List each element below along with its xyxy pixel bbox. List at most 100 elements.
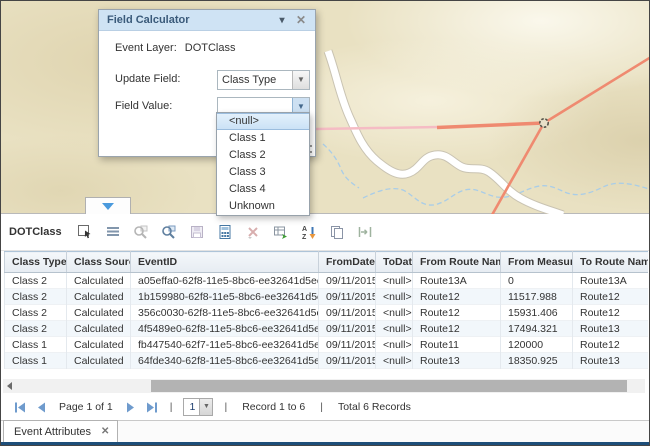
tab-label: Event Attributes — [14, 426, 91, 438]
scrollbar-thumb[interactable] — [151, 380, 627, 392]
table-cell: Class 2 — [5, 273, 67, 289]
table-cell: Calculated — [67, 321, 131, 337]
show-records-icon[interactable] — [102, 220, 125, 244]
page-indicator: Page 1 of 1 — [59, 401, 113, 413]
chevron-down-icon — [102, 203, 114, 210]
close-icon[interactable]: ✕ — [294, 10, 308, 31]
previous-page-button[interactable] — [36, 402, 46, 413]
last-page-button[interactable] — [146, 402, 158, 413]
table-cell: Route12 — [413, 305, 501, 321]
table-cell: Calculated — [67, 305, 131, 321]
column-header[interactable]: Class Type — [5, 252, 67, 273]
table-row[interactable]: Class 2Calculated356c0030-62f8-11e5-8bc6… — [5, 305, 649, 321]
update-field-combobox[interactable]: Class Type ▼ — [217, 70, 310, 90]
chevron-down-icon[interactable]: ▼ — [199, 399, 212, 415]
column-header[interactable]: FromDate — [319, 252, 376, 273]
save-icon[interactable] — [186, 220, 209, 244]
update-field-label: Update Field: — [115, 73, 180, 85]
table-row[interactable]: Class 2Calculated1b159980-62f8-11e5-8bc6… — [5, 289, 649, 305]
dropdown-option[interactable]: Unknown — [217, 198, 309, 215]
copy-records-icon[interactable] — [326, 220, 349, 244]
table-cell: 09/11/2015 — [319, 289, 376, 305]
table-cell: Route12 — [573, 337, 649, 353]
dropdown-option[interactable]: <null> — [217, 113, 309, 130]
minimize-icon[interactable]: ▾ — [275, 10, 289, 31]
table-cell: Route13A — [413, 273, 501, 289]
table-cell: <null> — [376, 305, 413, 321]
table-cell: 17494.321 — [501, 321, 573, 337]
delete-selected-icon[interactable] — [242, 220, 265, 244]
event-layer-row: Event Layer:DOTClass — [115, 42, 236, 54]
table-body: Class 2Calculateda05effa0-62f8-11e5-8bc6… — [5, 273, 649, 369]
table-cell: Class 2 — [5, 321, 67, 337]
table-cell: Calculated — [67, 289, 131, 305]
route-segment-ne[interactable] — [544, 57, 649, 123]
table-cell: Route12 — [573, 305, 649, 321]
route-segment-highlight[interactable] — [437, 123, 544, 128]
table-row[interactable]: Class 2Calculated4f5489e0-62f8-11e5-8bc6… — [5, 321, 649, 337]
table-row[interactable]: Class 1Calculated64fde340-62f8-11e5-8bc6… — [5, 353, 649, 369]
pagination-bar: Page 1 of 1 | 1 ▼ | Record 1 to 6 | Tota… — [1, 394, 649, 420]
table-cell: Route12 — [413, 289, 501, 305]
horizontal-scrollbar[interactable] — [3, 379, 645, 393]
select-features-icon[interactable] — [74, 220, 97, 244]
table-cell: <null> — [376, 273, 413, 289]
next-page-button[interactable] — [126, 402, 136, 413]
resize-columns-icon[interactable] — [354, 220, 377, 244]
table-row[interactable]: Class 2Calculateda05effa0-62f8-11e5-8bc6… — [5, 273, 649, 289]
table-cell: Class 2 — [5, 289, 67, 305]
field-calculator-icon[interactable] — [214, 220, 237, 244]
column-header[interactable]: ToDate — [376, 252, 413, 273]
bottom-tab-bar: Event Attributes ✕ — [1, 420, 649, 445]
table-row[interactable]: Class 1Calculatedfb447540-62f7-11e5-8bc6… — [5, 337, 649, 353]
table-cell: 11517.988 — [501, 289, 573, 305]
route-segment-faded[interactable] — [316, 127, 439, 129]
table-cell: 09/11/2015 — [319, 337, 376, 353]
zoom-to-all-icon[interactable] — [158, 220, 181, 244]
event-layer-value: DOTClass — [185, 42, 236, 54]
total-records-label: Total 6 Records — [338, 401, 411, 413]
table-header-row: Class TypeClass SourceEventIDFromDateToD… — [5, 252, 649, 273]
table-cell: 64fde340-62f8-11e5-8bc6-ee32641d5ec9 — [131, 353, 319, 369]
column-header[interactable]: From Route Name — [413, 252, 501, 273]
sort-az-icon[interactable]: AZ — [298, 220, 321, 244]
column-header[interactable]: To Route Name — [573, 252, 649, 273]
table-cell: Route13 — [413, 353, 501, 369]
table-cell: <null> — [376, 337, 413, 353]
route-junction-marker[interactable] — [540, 119, 548, 127]
app-window: Field Calculator ▾ ✕ Event Layer:DOTClas… — [0, 0, 650, 446]
table-cell: 09/11/2015 — [319, 273, 376, 289]
tab-event-attributes[interactable]: Event Attributes ✕ — [3, 420, 118, 443]
scroll-left-icon[interactable] — [7, 382, 12, 390]
separator: | — [170, 401, 173, 413]
svg-text:A: A — [302, 226, 307, 233]
dropdown-option[interactable]: Class 1 — [217, 130, 309, 147]
attribute-table: Class TypeClass SourceEventIDFromDateToD… — [4, 251, 648, 369]
table-cell: 09/11/2015 — [319, 321, 376, 337]
dropdown-option[interactable]: Class 3 — [217, 164, 309, 181]
first-page-button[interactable] — [14, 402, 26, 413]
page-number-combobox[interactable]: 1 ▼ — [183, 398, 213, 416]
update-field-value: Class Type — [222, 74, 276, 86]
table-cell: Calculated — [67, 337, 131, 353]
zoom-to-selected-icon[interactable] — [130, 220, 153, 244]
layer-name-label: DOTClass — [9, 226, 62, 238]
table-cell: fb447540-62f7-11e5-8bc6-ee32641d5ec9 — [131, 337, 319, 353]
dropdown-option[interactable]: Class 2 — [217, 147, 309, 164]
page-number-value: 1 — [189, 401, 195, 413]
attribute-panel: DOTClass — [1, 214, 649, 445]
column-header[interactable]: EventID — [131, 252, 319, 273]
table-cell: Route13 — [573, 353, 649, 369]
chevron-down-icon[interactable]: ▼ — [292, 71, 309, 89]
dropdown-option[interactable]: Class 4 — [217, 181, 309, 198]
table-cell: 1b159980-62f8-11e5-8bc6-ee32641d5ec9 — [131, 289, 319, 305]
table-cell: 09/11/2015 — [319, 305, 376, 321]
export-table-icon[interactable] — [270, 220, 293, 244]
dialog-title: Field Calculator — [107, 14, 190, 26]
dialog-titlebar[interactable]: Field Calculator ▾ ✕ — [99, 10, 315, 31]
column-header[interactable]: From Measure — [501, 252, 573, 273]
close-icon[interactable]: ✕ — [101, 426, 109, 437]
column-header[interactable]: Class Source — [67, 252, 131, 273]
panel-collapse-handle[interactable] — [85, 197, 131, 214]
table-cell: <null> — [376, 289, 413, 305]
